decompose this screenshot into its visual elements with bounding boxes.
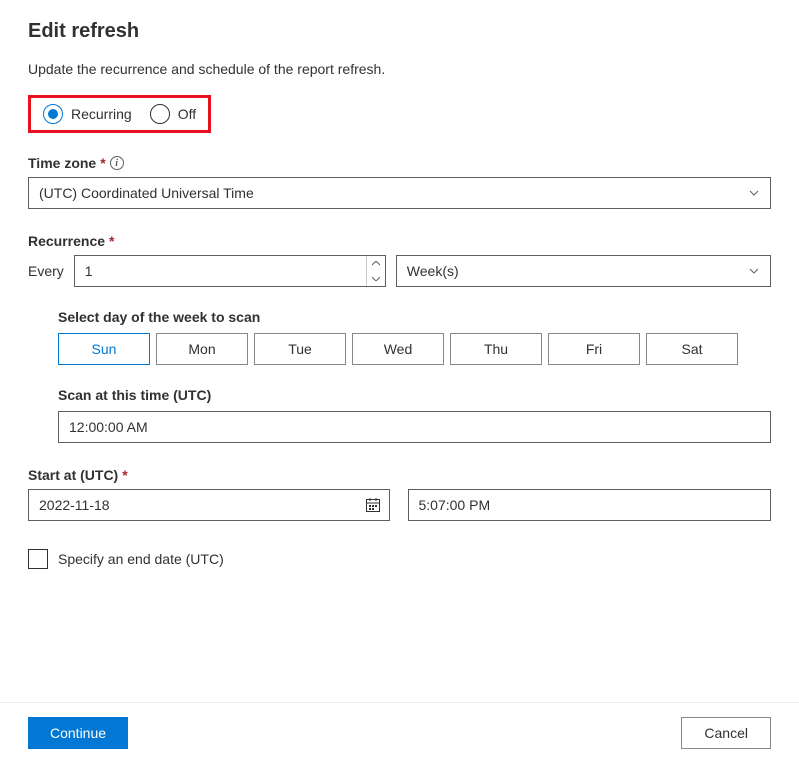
radio-circle-icon — [43, 104, 63, 124]
calendar-icon[interactable] — [365, 497, 381, 513]
radio-off[interactable]: Off — [150, 104, 196, 124]
timezone-label: Time zone * i — [28, 155, 771, 171]
timezone-section: Time zone * i (UTC) Coordinated Universa… — [28, 155, 771, 209]
start-at-label: Start at (UTC) * — [28, 467, 771, 483]
every-label: Every — [28, 263, 64, 279]
recurrence-label: Recurrence * — [28, 233, 771, 249]
start-at-row: 2022-11-18 5:07:00 PM — [28, 489, 771, 521]
day-btn-wed[interactable]: Wed — [352, 333, 444, 365]
scan-time-value: 12:00:00 AM — [69, 419, 148, 435]
continue-button[interactable]: Continue — [28, 717, 128, 749]
day-btn-fri[interactable]: Fri — [548, 333, 640, 365]
recurrence-count-value: 1 — [85, 263, 93, 279]
recurrence-label-text: Recurrence — [28, 233, 105, 249]
recurrence-unit-select[interactable]: Week(s) — [396, 255, 771, 287]
radio-off-label: Off — [178, 106, 196, 122]
radio-recurring-label: Recurring — [71, 106, 132, 122]
scan-time-section: Scan at this time (UTC) 12:00:00 AM — [58, 387, 771, 443]
day-btn-thu[interactable]: Thu — [450, 333, 542, 365]
info-icon[interactable]: i — [110, 156, 124, 170]
chevron-down-icon — [748, 265, 760, 277]
end-date-row: Specify an end date (UTC) — [28, 549, 771, 569]
timezone-value: (UTC) Coordinated Universal Time — [39, 185, 254, 201]
start-at-label-text: Start at (UTC) — [28, 467, 118, 483]
radio-circle-icon — [150, 104, 170, 124]
spinner-up-icon[interactable] — [367, 256, 385, 271]
schedule-type-radio-group: Recurring Off — [28, 95, 211, 133]
start-time-value: 5:07:00 PM — [419, 497, 491, 513]
start-time-input[interactable]: 5:07:00 PM — [408, 489, 772, 521]
radio-recurring[interactable]: Recurring — [43, 104, 132, 124]
required-asterisk: * — [122, 467, 127, 483]
recurrence-unit-value: Week(s) — [407, 263, 459, 279]
day-btn-mon[interactable]: Mon — [156, 333, 248, 365]
day-btn-sat[interactable]: Sat — [646, 333, 738, 365]
end-date-checkbox[interactable] — [28, 549, 48, 569]
end-date-label: Specify an end date (UTC) — [58, 551, 224, 567]
start-at-section: Start at (UTC) * 2022-11-18 — [28, 467, 771, 521]
scan-time-input[interactable]: 12:00:00 AM — [58, 411, 771, 443]
required-asterisk: * — [100, 155, 105, 171]
spinner — [366, 256, 385, 286]
days-label: Select day of the week to scan — [58, 309, 771, 325]
page-title: Edit refresh — [28, 20, 771, 43]
spinner-down-icon[interactable] — [367, 271, 385, 286]
recurrence-section: Recurrence * Every 1 Week(s) — [28, 233, 771, 443]
day-buttons: Sun Mon Tue Wed Thu Fri Sat — [58, 333, 771, 365]
scan-time-label: Scan at this time (UTC) — [58, 387, 771, 403]
day-btn-tue[interactable]: Tue — [254, 333, 346, 365]
days-section: Select day of the week to scan Sun Mon T… — [58, 309, 771, 365]
radio-dot-icon — [48, 109, 58, 119]
start-date-value: 2022-11-18 — [39, 497, 110, 513]
cancel-button[interactable]: Cancel — [681, 717, 771, 749]
chevron-down-icon — [748, 187, 760, 199]
footer: Continue Cancel — [0, 702, 799, 763]
start-date-input[interactable]: 2022-11-18 — [28, 489, 390, 521]
timezone-select[interactable]: (UTC) Coordinated Universal Time — [28, 177, 771, 209]
timezone-label-text: Time zone — [28, 155, 96, 171]
page-subtitle: Update the recurrence and schedule of th… — [28, 61, 771, 77]
recurrence-count-input[interactable]: 1 — [74, 255, 386, 287]
recurrence-row: Every 1 Week(s) — [28, 255, 771, 287]
day-btn-sun[interactable]: Sun — [58, 333, 150, 365]
required-asterisk: * — [109, 233, 114, 249]
